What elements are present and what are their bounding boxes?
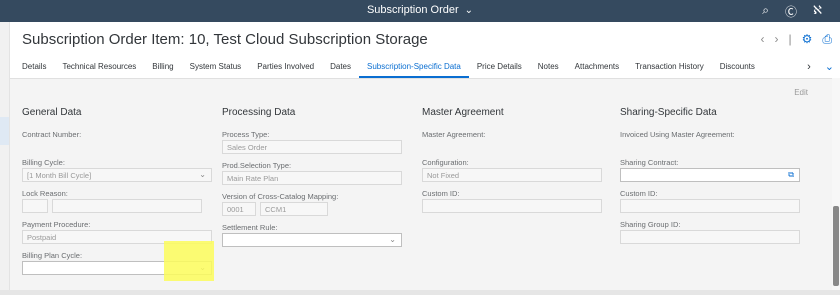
section-title: General Data — [22, 107, 82, 118]
version-cross-catalog-label: Version of Cross-Catalog Mapping: — [222, 192, 339, 201]
shell-title: Subscription Order — [366, 4, 459, 16]
side-nav-selected-item[interactable] — [0, 117, 9, 145]
cross-catalog-mapping-field[interactable]: CCM1 — [260, 202, 328, 216]
vertical-scrollbar[interactable] — [833, 206, 839, 286]
custom-id-label: Custom ID: — [422, 189, 460, 198]
custom-id-label: Custom ID: — [620, 189, 658, 198]
section-title: Sharing-Specific Data — [620, 107, 717, 118]
footer-bar — [0, 290, 840, 295]
tab-attachments[interactable]: Attachments — [567, 58, 627, 78]
shell-title-menu[interactable]: Subscription Order ⌄ — [0, 4, 840, 16]
tab-parties-involved[interactable]: Parties Involved — [249, 58, 322, 78]
chevron-down-icon: ⌄ — [464, 5, 474, 16]
side-navigation — [0, 22, 10, 295]
invoiced-master-agreement-label: Invoiced Using Master Agreement: — [620, 130, 735, 139]
lock-reason-code-field[interactable] — [22, 199, 48, 213]
process-type-label: Process Type: — [222, 130, 270, 139]
lock-reason-text-field[interactable] — [52, 199, 202, 213]
configuration-label: Configuration: — [422, 158, 469, 167]
master-agreement-label: Master Agreement: — [422, 130, 486, 139]
page-title: Subscription Order Item: 10, Test Cloud … — [22, 31, 428, 48]
process-type-field[interactable]: Sales Order — [222, 140, 402, 154]
sharing-custom-id-field[interactable] — [620, 199, 800, 213]
value-help-icon[interactable]: ⧉ — [788, 170, 794, 179]
tab-dates[interactable]: Dates — [322, 58, 359, 78]
sharing-contract-label: Sharing Contract: — [620, 158, 679, 167]
tab-notes[interactable]: Notes — [530, 58, 567, 78]
user-icon[interactable]: ℵ — [813, 3, 822, 20]
shell-bar: Subscription Order ⌄ ⌕ Ⓒ ℵ — [0, 0, 840, 22]
section-title: Master Agreement — [422, 107, 504, 118]
help-icon[interactable]: Ⓒ — [785, 3, 797, 20]
tab-details[interactable]: Details — [22, 58, 54, 78]
settings-icon[interactable]: ⚙ — [802, 32, 813, 47]
next-icon[interactable]: › — [775, 32, 779, 47]
custom-id-field[interactable] — [422, 199, 602, 213]
tab-overflow-chevron-icon[interactable]: ⌄ — [825, 58, 834, 76]
print-icon[interactable]: ⎙ — [822, 32, 832, 47]
settlement-rule-select[interactable]: ⌄ — [222, 233, 402, 247]
version-value: 0001 — [227, 205, 244, 214]
billing-cycle-label: Billing Cycle: — [22, 158, 65, 167]
object-header: Subscription Order Item: 10, Test Cloud … — [10, 22, 840, 78]
billing-cycle-value: [1 Month Bill Cycle] — [27, 171, 92, 180]
prod-selection-type-field[interactable]: Main Rate Plan — [222, 171, 402, 185]
tab-bar: Details Technical Resources Billing Syst… — [22, 58, 763, 78]
payment-procedure-value: Postpaid — [27, 233, 57, 242]
lock-reason-label: Lock Reason: — [22, 189, 68, 198]
prod-selection-type-label: Prod.Selection Type: — [222, 161, 292, 170]
settlement-rule-label: Settlement Rule: — [222, 223, 278, 232]
tab-transaction-history[interactable]: Transaction History — [627, 58, 712, 78]
payment-procedure-label: Payment Procedure: — [22, 220, 91, 229]
contract-number-label: Contract Number: — [22, 130, 82, 139]
highlight-marker — [164, 241, 214, 281]
configuration-field[interactable]: Not Fixed — [422, 168, 602, 182]
configuration-value: Not Fixed — [427, 171, 460, 180]
cross-catalog-mapping-value: CCM1 — [265, 205, 287, 214]
prod-selection-type-value: Main Rate Plan — [227, 174, 279, 183]
version-field[interactable]: 0001 — [222, 202, 256, 216]
process-type-value: Sales Order — [227, 143, 268, 152]
edit-button[interactable]: Edit — [794, 88, 808, 97]
tab-discounts[interactable]: Discounts — [712, 58, 763, 78]
divider: | — [788, 32, 792, 46]
sharing-group-id-label: Sharing Group ID: — [620, 220, 681, 229]
tab-scroll-right-icon[interactable]: › — [807, 58, 811, 76]
tab-system-status[interactable]: System Status — [182, 58, 250, 78]
chevron-down-icon: ⌄ — [199, 170, 206, 179]
processing-data-section: Processing Data Process Type: Sales Orde… — [222, 107, 412, 254]
sharing-group-id-field[interactable] — [620, 230, 800, 244]
master-agreement-section: Master Agreement Master Agreement: Confi… — [422, 107, 612, 220]
tab-billing[interactable]: Billing — [144, 58, 181, 78]
tab-technical-resources[interactable]: Technical Resources — [54, 58, 144, 78]
chevron-down-icon: ⌄ — [389, 235, 396, 244]
tab-price-details[interactable]: Price Details — [469, 58, 530, 78]
search-icon[interactable]: ⌕ — [762, 3, 769, 20]
sharing-contract-field[interactable]: ⧉ — [620, 168, 800, 182]
sharing-specific-section: Sharing-Specific Data Invoiced Using Mas… — [620, 107, 810, 251]
tab-subscription-specific-data[interactable]: Subscription-Specific Data — [359, 58, 469, 78]
section-title: Processing Data — [222, 107, 296, 118]
billing-cycle-select[interactable]: [1 Month Bill Cycle] ⌄ — [22, 168, 212, 182]
subscription-specific-data-panel: Edit General Data Contract Number: Billi… — [10, 78, 832, 290]
previous-icon[interactable]: ‹ — [761, 32, 765, 47]
